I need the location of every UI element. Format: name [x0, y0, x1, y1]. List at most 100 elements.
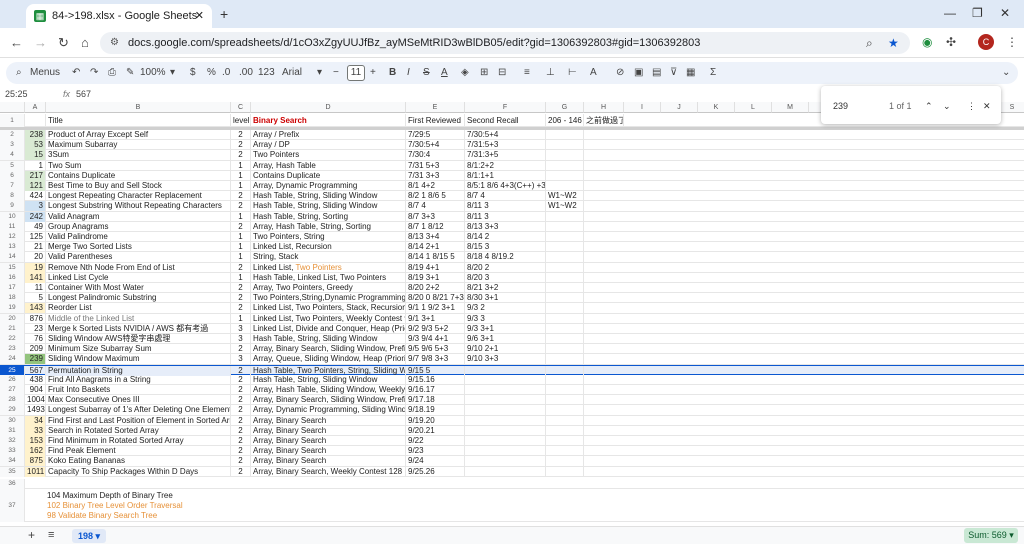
cell-problem-id[interactable]: 49 [25, 221, 46, 232]
cell-week[interactable] [546, 405, 584, 416]
cell-week[interactable] [546, 334, 584, 344]
borders-icon[interactable]: ⊞ [480, 67, 488, 78]
header-h[interactable]: 之前做過了 [584, 114, 624, 127]
cell-week[interactable] [546, 436, 584, 446]
cell-week[interactable] [546, 262, 584, 273]
cell-first-reviewed[interactable]: 7/30:4 [406, 150, 465, 161]
cell-tags[interactable]: Linked List, Two Pointers [251, 262, 406, 273]
cell-week[interactable] [546, 242, 584, 253]
cell-tags[interactable]: Array, Binary Search [251, 436, 406, 446]
search-menus-icon[interactable]: ⌕ [16, 67, 22, 78]
cell-tags[interactable]: Array, Binary Search [251, 446, 406, 457]
row-number[interactable]: 2 [0, 130, 25, 140]
cell-tags[interactable]: Array / Prefix [251, 130, 406, 140]
cell-tags[interactable]: Array, Dynamic Programming [251, 181, 406, 191]
cell-problem-id[interactable]: 19 [25, 262, 46, 273]
table-row[interactable]: 7 121 Best Time to Buy and Sell Stock 1 Arra… [0, 181, 1024, 192]
cell-problem-id[interactable]: 217 [25, 170, 46, 181]
cell-week[interactable] [546, 283, 584, 293]
merge-cells-icon[interactable]: ⊟ [498, 67, 506, 78]
column-header-f[interactable]: F [465, 102, 546, 113]
row-number[interactable]: 37 [0, 489, 25, 522]
redo-icon[interactable]: ↷ [90, 67, 98, 78]
cell-first-reviewed[interactable]: 9/5 9/6 5+3 [406, 344, 465, 355]
header-g[interactable]: 206 - 146 [546, 114, 584, 127]
table-row[interactable]: 34 875 Koko Eating Bananas 2 Array, Binary S… [0, 456, 1024, 467]
cell-second-recall[interactable]: 8/5:1 8/6 4+3(C++) +3 [465, 181, 546, 191]
table-row[interactable]: 8 424 Longest Repeating Character Replacem… [0, 191, 1024, 202]
header-title[interactable]: Title [46, 114, 231, 127]
table-row[interactable]: 31 33 Search in Rotated Sorted Array 2 Array… [0, 425, 1024, 436]
cell-level[interactable]: 2 [231, 466, 251, 477]
cell-second-recall[interactable]: 9/3 3 [465, 313, 546, 324]
cell-second-recall[interactable]: 8/11 3 [465, 211, 546, 222]
cell-problem-id[interactable]: 121 [25, 181, 46, 191]
cell-title[interactable]: Product of Array Except Self [46, 130, 231, 140]
cell-week[interactable]: W1~W2 [546, 201, 584, 212]
cell-second-recall[interactable]: 8/30 3+1 [465, 293, 546, 304]
extensions-puzzle-icon[interactable]: ✣ [946, 35, 956, 49]
cell-first-reviewed[interactable]: 9/1 1 9/2 3+1 [406, 303, 465, 314]
cell-first-reviewed[interactable]: 8/13 3+4 [406, 232, 465, 242]
close-tab-icon[interactable]: ✕ [195, 9, 204, 22]
cell-title[interactable]: Find Peak Element [46, 446, 231, 457]
row-number[interactable]: 28 [0, 395, 25, 406]
find-close-icon[interactable]: ✕ [983, 101, 991, 112]
collapse-toolbar-icon[interactable]: ⌄ [1002, 67, 1010, 78]
cell-tags[interactable]: String, Stack [251, 252, 406, 263]
select-all-corner[interactable] [0, 102, 25, 113]
home-icon[interactable]: ⌂ [81, 35, 89, 50]
cell-first-reviewed[interactable]: 9/20.21 [406, 425, 465, 436]
column-header-b[interactable]: B [46, 102, 231, 113]
cell-first-reviewed[interactable]: 9/3 9/4 4+1 [406, 334, 465, 344]
fill-color-icon[interactable]: ◈ [461, 67, 469, 78]
table-row[interactable]: 28 1004 Max Consecutive Ones III 2 Array, Bi… [0, 395, 1024, 406]
cell-second-recall[interactable]: 9/3 3+1 [465, 323, 546, 334]
table-row[interactable]: 26 438 Find All Anagrams in a String 2 Hash … [0, 374, 1024, 385]
cell-level[interactable]: 2 [231, 221, 251, 232]
row-number[interactable]: 24 [0, 354, 25, 365]
cell-second-recall[interactable]: 9/6 3+1 [465, 334, 546, 344]
cell-second-recall[interactable]: 8/21 3+2 [465, 283, 546, 293]
spreadsheet-grid[interactable]: ABCDEFGHIJKLMNOPQRS 1 Title level Binary… [0, 102, 1024, 522]
cell-problem-id[interactable]: 209 [25, 344, 46, 355]
table-row[interactable]: 10 242 Valid Anagram 1 Hash Table, String, S… [0, 211, 1024, 222]
table-row[interactable]: 30 34 Find First and Last Position of Elem… [0, 415, 1024, 426]
find-input[interactable]: 239 [833, 101, 848, 111]
row-number[interactable]: 3 [0, 140, 25, 151]
cell-first-reviewed[interactable]: 8/7 4 [406, 201, 465, 212]
cell-title[interactable]: Minimum Size Subarray Sum [46, 344, 231, 355]
cell-second-recall[interactable]: 8/15 3 [465, 242, 546, 253]
cell-level[interactable]: 3 [231, 323, 251, 334]
cell-title[interactable]: Longest Repeating Character Replacement [46, 191, 231, 202]
cell-week[interactable] [546, 344, 584, 355]
cell-title[interactable]: Maximum Subarray [46, 140, 231, 151]
cell-tags[interactable]: Two Pointers, String [251, 232, 406, 242]
cell-level[interactable]: 1 [231, 170, 251, 181]
cell-problem-id[interactable]: 1011 [25, 466, 46, 477]
cell-problem-id[interactable]: 20 [25, 252, 46, 263]
text-rotation-icon[interactable]: A [590, 67, 597, 78]
row-number[interactable]: 31 [0, 425, 25, 436]
cell-level[interactable]: 3 [231, 354, 251, 365]
row-number[interactable]: 17 [0, 283, 25, 293]
cell-week[interactable] [546, 160, 584, 171]
cell-problem-id[interactable]: 162 [25, 446, 46, 457]
cell-first-reviewed[interactable]: 9/18.19 [406, 405, 465, 416]
cell-tags[interactable]: Contains Duplicate [251, 170, 406, 181]
cell-problem-id[interactable]: 438 [25, 374, 46, 385]
cell-title[interactable]: Linked List Cycle [46, 272, 231, 283]
row-number[interactable]: 13 [0, 242, 25, 253]
increase-decimal-button[interactable]: .00 [239, 67, 253, 78]
cell-week[interactable] [546, 221, 584, 232]
cell-title[interactable]: Find First and Last Position of Element … [46, 415, 231, 426]
cell-first-reviewed[interactable]: 7/31 5+3 [406, 160, 465, 171]
column-header-g[interactable]: G [546, 102, 584, 113]
paint-format-icon[interactable]: ✎ [126, 67, 134, 78]
sheet-tab[interactable]: 198 ▾ [72, 529, 106, 543]
header-tag[interactable]: Binary Search [251, 114, 406, 127]
cell-problem-id[interactable]: 1493 [25, 405, 46, 416]
row-number[interactable]: 10 [0, 211, 25, 222]
bold-icon[interactable]: B [389, 67, 396, 78]
cell-level[interactable]: 1 [231, 252, 251, 263]
